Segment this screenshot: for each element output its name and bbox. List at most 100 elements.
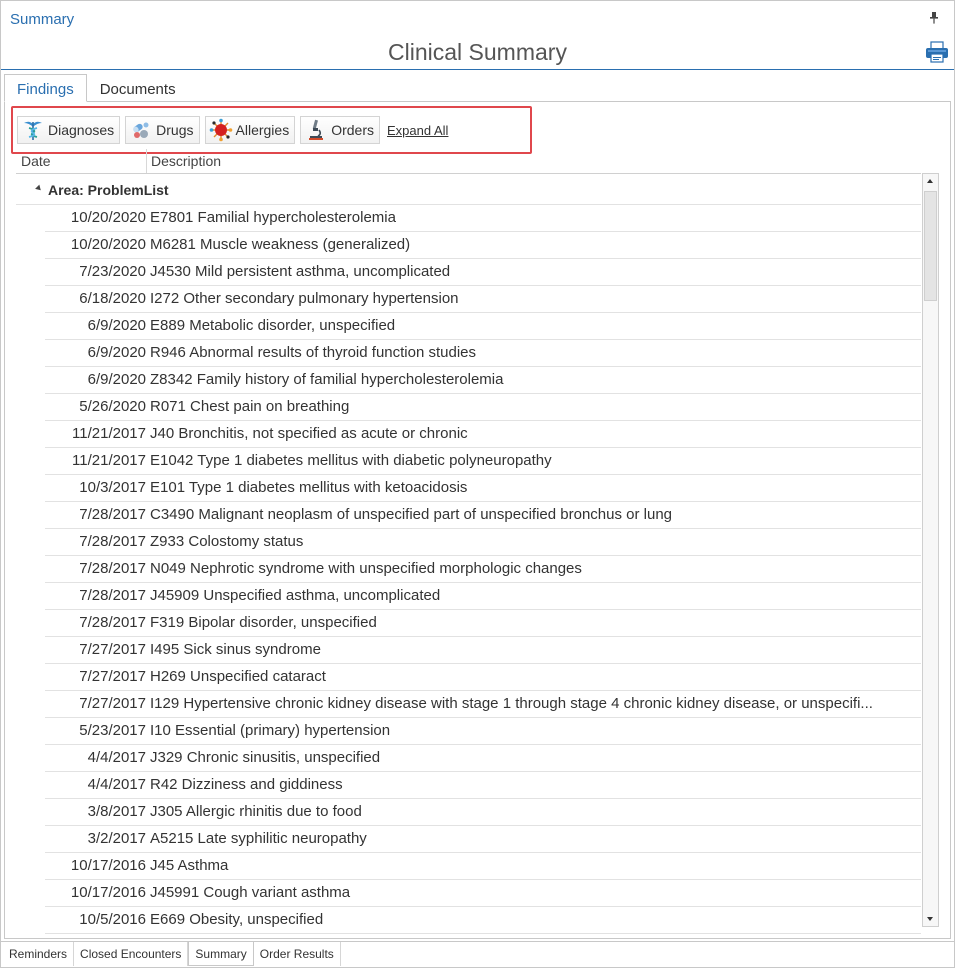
tab-reminders[interactable]: Reminders: [3, 942, 75, 966]
panel-title: Summary: [10, 11, 75, 28]
table-row[interactable]: 10/20/2020 M6281 Muscle weakness (general…: [45, 232, 921, 259]
table-row[interactable]: 5/26/2020 R071 Chest pain on breathing: [45, 394, 921, 421]
table-row[interactable]: 3/8/2017 J305 Allergic rhinitis due to fo…: [45, 799, 921, 826]
expand-all-link[interactable]: Expand All: [387, 123, 448, 138]
table-row[interactable]: 10/3/2017 E101 Type 1 diabetes mellitus w…: [45, 475, 921, 502]
table-row[interactable]: 4/4/2017 R42 Dizziness and giddiness: [45, 772, 921, 799]
vertical-scrollbar[interactable]: [922, 173, 939, 927]
row-description: E7801 Familial hypercholesterolemia: [150, 209, 396, 226]
row-description: J4530 Mild persistent asthma, uncomplica…: [150, 263, 451, 280]
table-row[interactable]: 7/28/2017 Z933 Colostomy status: [45, 529, 921, 556]
table-row[interactable]: 11/21/2017 E1042 Type 1 diabetes mellitus…: [45, 448, 921, 475]
drugs-label: Drugs: [156, 122, 194, 138]
row-date: 7/23/2020: [79, 263, 146, 280]
row-description: R071 Chest pain on breathing: [150, 398, 350, 415]
table-row[interactable]: 11/21/2017 J40 Bronchitis, not specified …: [45, 421, 921, 448]
row-date: 4/4/2017: [87, 776, 146, 793]
row-date: 7/28/2017: [79, 587, 146, 604]
grid-header: Date Description: [16, 149, 921, 174]
row-date: 10/5/2016: [79, 911, 146, 928]
table-row[interactable]: 7/28/2017 N049 Nephrotic syndrome with un…: [45, 556, 921, 583]
row-description: J45991 Cough variant asthma: [150, 884, 351, 901]
row-description: I129 Hypertensive chronic kidney disease…: [150, 695, 873, 712]
row-date: 6/9/2020: [87, 317, 146, 334]
row-description: N049 Nephrotic syndrome with unspecified…: [150, 560, 582, 577]
row-date: 10/17/2016: [70, 884, 146, 901]
table-row[interactable]: 7/28/2017 F319 Bipolar disorder, unspecif…: [45, 610, 921, 637]
table-row[interactable]: 3/2/2017 A5215 Late syphilitic neuropathy: [45, 826, 921, 853]
row-description: E889 Metabolic disorder, unspecified: [150, 317, 396, 334]
allergies-button[interactable]: Allergies: [204, 116, 296, 144]
table-row[interactable]: 10/17/2016 J45 Asthma: [45, 853, 921, 880]
row-date: 11/21/2017: [72, 452, 146, 469]
table-row[interactable]: 10/5/2016 E669 Obesity, unspecified: [45, 907, 921, 934]
scroll-up-arrow-icon[interactable]: [923, 174, 938, 189]
row-description: Z8342 Family history of familial hyperch…: [150, 371, 504, 388]
row-date: 10/20/2020: [70, 209, 146, 226]
column-header-date[interactable]: Date: [21, 153, 51, 169]
findings-rows: 10/20/2020 E7801 Familial hypercholestero…: [45, 205, 921, 936]
table-row[interactable]: 6/9/2020 R946 Abnormal results of thyroid…: [45, 340, 921, 367]
table-row[interactable]: 10/17/2016 J45991 Cough variant asthma: [45, 880, 921, 907]
row-date: 5/23/2017: [79, 722, 146, 739]
row-date: 3/2/2017: [87, 830, 146, 847]
tab-summary[interactable]: Summary: [188, 942, 254, 966]
row-date: 7/27/2017: [79, 695, 146, 712]
row-date: 7/27/2017: [79, 668, 146, 685]
row-date: 10/3/2017: [79, 479, 146, 496]
table-row[interactable]: 10/20/2020 E7801 Familial hypercholestero…: [45, 205, 921, 232]
drugs-button[interactable]: Drugs: [125, 116, 200, 144]
tab-findings[interactable]: Findings: [4, 74, 87, 102]
row-description: F319 Bipolar disorder, unspecified: [150, 614, 377, 631]
row-description: M6281 Muscle weakness (generalized): [150, 236, 411, 253]
table-row[interactable]: 5/23/2017 I10 Essential (primary) hyperte…: [45, 718, 921, 745]
findings-tabs: Findings Documents: [4, 74, 189, 102]
row-description: I10 Essential (primary) hypertension: [150, 722, 391, 739]
pin-icon[interactable]: [929, 12, 939, 24]
summary-window: Summary Clinical Summary Findings Docume…: [0, 0, 955, 968]
collapse-caret-icon[interactable]: [35, 184, 43, 193]
table-row[interactable]: 7/27/2017 I129 Hypertensive chronic kidne…: [45, 691, 921, 718]
table-row[interactable]: 7/27/2017 I495 Sick sinus syndrome: [45, 637, 921, 664]
scrollbar-thumb[interactable]: [924, 191, 937, 301]
column-divider[interactable]: [146, 149, 147, 173]
group-row-problemlist[interactable]: Area: ProblemList: [16, 175, 921, 205]
tab-order-results[interactable]: Order Results: [254, 942, 341, 966]
printer-icon[interactable]: [925, 41, 949, 63]
row-description: J45909 Unspecified asthma, uncomplicated: [150, 587, 441, 604]
table-row[interactable]: 4/4/2017 J329 Chronic sinusitis, unspecif…: [45, 745, 921, 772]
row-description: E669 Obesity, unspecified: [150, 911, 324, 928]
table-row[interactable]: 7/23/2020 J4530 Mild persistent asthma, u…: [45, 259, 921, 286]
row-date: 7/28/2017: [79, 614, 146, 631]
microscope-icon: [304, 118, 328, 142]
scroll-down-arrow-icon[interactable]: [923, 911, 938, 926]
row-description: I272 Other secondary pulmonary hypertens…: [150, 290, 459, 307]
filter-toolbar: Diagnoses Drugs Allergies Orders Expand …: [17, 115, 448, 145]
table-row[interactable]: 6/9/2020 E889 Metabolic disorder, unspeci…: [45, 313, 921, 340]
row-date: 7/28/2017: [79, 560, 146, 577]
row-date: 7/27/2017: [79, 641, 146, 658]
tab-closed-encounters[interactable]: Closed Encounters: [74, 942, 189, 966]
table-row[interactable]: 6/9/2020 Z8342 Family history of familial…: [45, 367, 921, 394]
orders-button[interactable]: Orders: [300, 116, 381, 144]
row-date: 5/26/2020: [79, 398, 146, 415]
caduceus-icon: [21, 118, 45, 142]
row-description: I495 Sick sinus syndrome: [150, 641, 321, 658]
column-header-description[interactable]: Description: [151, 153, 221, 169]
table-row[interactable]: 7/27/2017 H269 Unspecified cataract: [45, 664, 921, 691]
findings-panel: Diagnoses Drugs Allergies Orders Expand …: [4, 101, 951, 939]
row-description: R42 Dizziness and giddiness: [150, 776, 343, 793]
diagnoses-button[interactable]: Diagnoses: [17, 116, 121, 144]
title-divider: [1, 69, 954, 70]
allergies-label: Allergies: [235, 122, 290, 138]
table-row[interactable]: 7/28/2017 C3490 Malignant neoplasm of uns…: [45, 502, 921, 529]
row-date: 10/20/2020: [70, 236, 146, 253]
row-description: H269 Unspecified cataract: [150, 668, 326, 685]
table-row[interactable]: 7/28/2017 J45909 Unspecified asthma, unco…: [45, 583, 921, 610]
row-description: E1042 Type 1 diabetes mellitus with diab…: [150, 452, 552, 469]
tab-documents[interactable]: Documents: [87, 74, 189, 102]
row-description: Z933 Colostomy status: [150, 533, 304, 550]
row-description: R946 Abnormal results of thyroid functio…: [150, 344, 477, 361]
table-row[interactable]: 6/18/2020 I272 Other secondary pulmonary …: [45, 286, 921, 313]
row-description: J329 Chronic sinusitis, unspecified: [150, 749, 381, 766]
